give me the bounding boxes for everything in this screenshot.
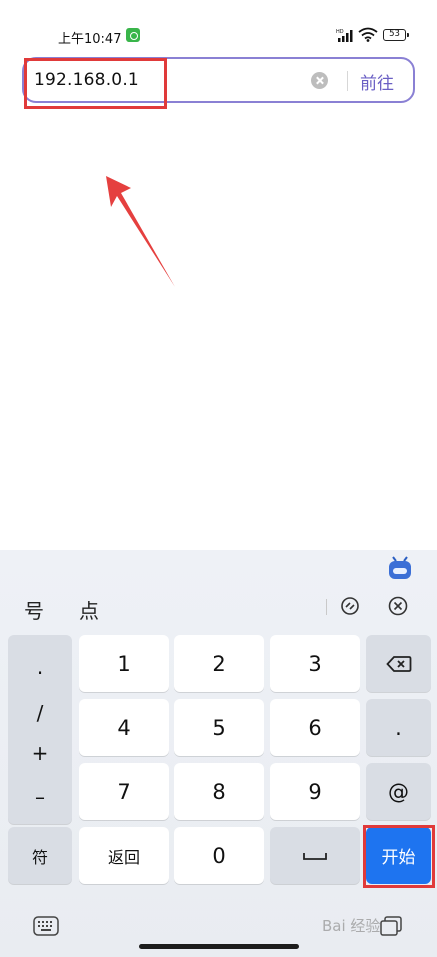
address-divider	[347, 71, 348, 91]
key-7[interactable]: 7	[79, 763, 169, 820]
back-button[interactable]: 返回	[79, 827, 169, 884]
symbol-minus[interactable]: –	[8, 785, 72, 809]
key-6[interactable]: 6	[270, 699, 360, 756]
watermark-text: Bai 经验	[322, 917, 381, 935]
notification-app-icon	[126, 28, 140, 42]
key-1[interactable]: 1	[79, 635, 169, 692]
key-5[interactable]: 5	[174, 699, 264, 756]
symbol-column[interactable]: · / + –	[8, 635, 72, 824]
key-dot[interactable]: .	[366, 699, 431, 756]
start-highlight-box	[363, 825, 435, 888]
keyboard-toolbar: 号 点	[0, 550, 437, 628]
keyboard-switch-icon[interactable]	[33, 916, 59, 936]
network-label: HD	[336, 29, 344, 35]
key-0[interactable]: 0	[174, 827, 264, 884]
battery-indicator: 53	[383, 29, 409, 41]
key-3[interactable]: 3	[270, 635, 360, 692]
key-9[interactable]: 9	[270, 763, 360, 820]
symbol-plus[interactable]: +	[8, 741, 72, 765]
signal-icon: HD	[336, 29, 353, 42]
go-button[interactable]: 前往	[360, 69, 394, 94]
key-4[interactable]: 4	[79, 699, 169, 756]
symbols-button[interactable]: 符	[8, 827, 72, 884]
status-bar: 上午10:47 HD 53	[0, 0, 437, 56]
arrow-up-icon	[106, 176, 175, 287]
backspace-icon	[385, 655, 411, 672]
backspace-button[interactable]	[366, 635, 431, 692]
candidate-2[interactable]: 点	[79, 595, 99, 624]
status-time: 上午10:47	[58, 32, 122, 47]
key-at[interactable]: @	[366, 763, 431, 820]
clipboard-icon[interactable]	[379, 915, 403, 937]
toolbar-divider	[326, 599, 327, 615]
candidate-1[interactable]: 号	[24, 595, 44, 624]
close-candidates-icon[interactable]	[387, 595, 409, 617]
home-indicator[interactable]	[139, 944, 299, 949]
key-8[interactable]: 8	[174, 763, 264, 820]
symbol-middle-dot[interactable]: ·	[8, 661, 72, 685]
clear-icon[interactable]	[311, 72, 328, 89]
space-button[interactable]	[270, 827, 360, 884]
wifi-icon	[358, 27, 378, 42]
assistant-icon[interactable]	[387, 553, 413, 581]
key-2[interactable]: 2	[174, 635, 264, 692]
link-icon[interactable]	[339, 595, 361, 617]
space-icon	[303, 852, 327, 860]
url-highlight-box	[24, 58, 167, 109]
keyboard: 号 点 · / + – 1 2 3 4 5 6 7 8 9 . @ 符 返回 0	[0, 550, 437, 957]
symbol-slash[interactable]: /	[8, 701, 72, 725]
